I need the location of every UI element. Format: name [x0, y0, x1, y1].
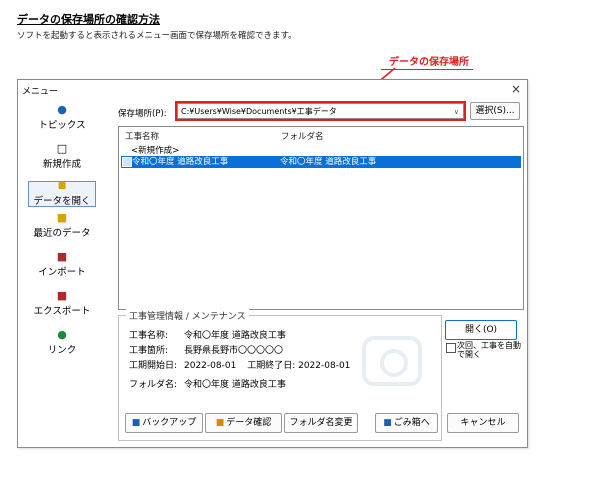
window-titlebar: メニュー × [18, 80, 527, 100]
sidebar-item-label: 最近のデータ [33, 228, 91, 239]
sidebar-item-label: トピックス [38, 120, 86, 131]
open-folder-icon: ■ [57, 181, 67, 191]
export-icon: ■ [56, 289, 68, 302]
sidebar-item-label: エクスポート [33, 306, 91, 317]
auto-open-checkbox[interactable] [446, 343, 456, 353]
info-title: 工事管理情報 / メンテナンス [126, 309, 249, 322]
info-folder: フォルダ名: 令和〇年度 道路改良工事 [129, 380, 286, 390]
sidebar-item-link[interactable]: ● リンク [24, 328, 100, 364]
project-icon [122, 157, 132, 167]
list-item-new[interactable]: <新規作成> [131, 144, 179, 156]
table-row[interactable]: 令和〇年度 道路改良工事 令和〇年度 道路改良工事 [121, 156, 521, 168]
column-header-name[interactable]: 工事名称 [125, 130, 159, 142]
info-place: 工事箇所: 長野県長野市〇〇〇〇〇 [129, 346, 284, 356]
cancel-button[interactable]: キャンセル [447, 413, 519, 433]
info-period: 工期開始日: 2022-08-01 工期終了日: 2022-08-01 [129, 361, 351, 371]
open-button[interactable]: 開く(O) [445, 320, 517, 340]
sidebar-item-topics[interactable]: ● トピックス [24, 103, 100, 139]
page-title: データの保存場所の確認方法 [17, 13, 160, 26]
sidebar-item-recent[interactable]: ■ 最近のデータ [24, 211, 100, 247]
new-file-icon: □ [56, 142, 68, 155]
backup-icon: ■ [131, 418, 141, 428]
sidebar-item-new[interactable]: □ 新規作成 [24, 142, 100, 178]
close-icon[interactable]: × [511, 82, 521, 96]
sidebar: ● トピックス □ 新規作成 ■ データを開く ■ 最近のデータ ■ インポート… [24, 101, 104, 367]
project-list[interactable]: 工事名称 フォルダ名 <新規作成> 令和〇年度 道路改良工事 令和〇年度 道路改… [118, 126, 524, 310]
page-subtitle: ソフトを起動すると表示されるメニュー画面で保存場所を確認できます。 [17, 31, 297, 41]
location-label: 保存場所(P): [118, 109, 167, 119]
sidebar-item-import[interactable]: ■ インポート [24, 250, 100, 286]
location-value: C:¥Users¥Wise¥Documents¥工事データ [181, 107, 337, 116]
folder-icon: ■ [215, 418, 225, 428]
sidebar-item-label: データを開く [33, 196, 91, 207]
location-select[interactable]: C:¥Users¥Wise¥Documents¥工事データ ∨ [177, 103, 464, 119]
select-location-button[interactable]: 選択(S)... [470, 102, 520, 120]
info-icon: ● [57, 103, 67, 116]
link-icon: ● [57, 328, 67, 341]
import-icon: ■ [56, 250, 68, 263]
sidebar-item-label: インポート [38, 267, 86, 278]
info-name: 工事名称: 令和〇年度 道路改良工事 [129, 331, 286, 341]
menu-window: メニュー × ● トピックス □ 新規作成 ■ データを開く ■ 最近のデータ … [17, 79, 528, 448]
sidebar-item-label: 新規作成 [42, 159, 81, 170]
trash-button[interactable]: ■ ごみ箱へ [375, 413, 438, 433]
backup-button[interactable]: ■ バックアップ [125, 413, 203, 433]
sidebar-item-open[interactable]: ■ データを開く [28, 181, 96, 207]
data-check-button[interactable]: ■ データ確認 [205, 413, 282, 433]
callout-label: データの保存場所 [381, 53, 473, 70]
recent-icon: ■ [56, 211, 68, 224]
row-folder: 令和〇年度 道路改良工事 [280, 157, 377, 167]
sidebar-item-label: リンク [47, 345, 77, 356]
auto-open-label: 次回、工事を自動で開く [457, 341, 521, 359]
rename-folder-button[interactable]: フォルダ名変更 [284, 413, 358, 433]
camera-watermark-icon [362, 336, 422, 386]
column-header-folder[interactable]: フォルダ名 [281, 130, 324, 142]
sidebar-item-export[interactable]: ■ エクスポート [24, 289, 100, 325]
chevron-down-icon: ∨ [453, 108, 459, 116]
row-name: 令和〇年度 道路改良工事 [132, 157, 229, 167]
window-title: メニュー [22, 87, 59, 97]
trash-icon: ■ [383, 418, 392, 428]
